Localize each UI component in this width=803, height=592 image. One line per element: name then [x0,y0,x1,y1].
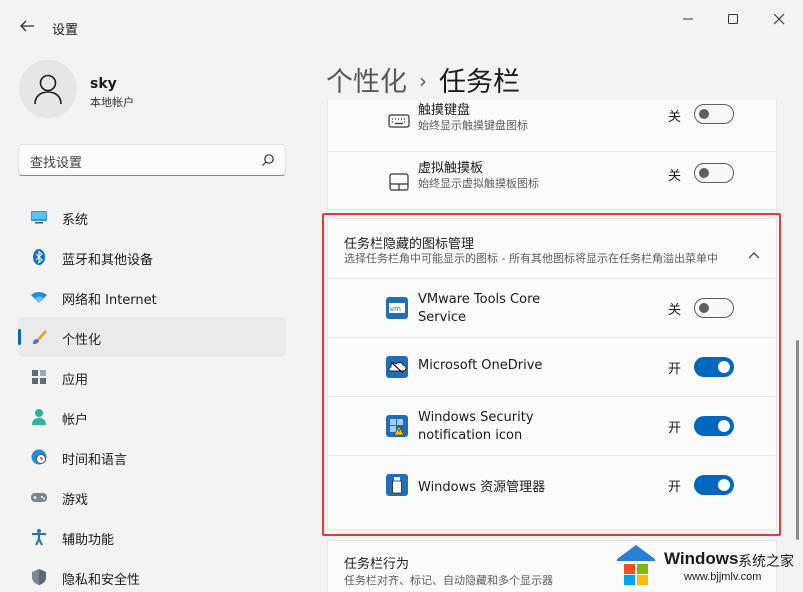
keyboard-icon [388,114,410,128]
sidebar-item-label: 游戏 [62,493,89,508]
list-item: 触摸键盘 始终显示触摸键盘图标 关 [328,100,776,152]
touchpad-icon [389,173,409,191]
close-icon [773,13,785,25]
row-subtitle: 始终显示虚拟触摸板图标 [418,177,539,190]
sidebar-item-bluetooth[interactable]: 蓝牙和其他设备 [18,237,286,277]
avatar[interactable] [19,60,77,118]
chevron-right-icon: › [419,69,427,93]
sidebar-item-system[interactable]: 系统 [18,197,286,237]
account-type: 本地帐户 [90,96,134,109]
page-title: 任务栏 [439,67,520,98]
scrollbar[interactable] [796,340,799,540]
shield-icon [32,569,46,585]
row-subtitle: 任务栏对齐、标记、自动隐藏和多个显示器 [344,574,553,587]
sidebar-item-accounts[interactable]: 帐户 [18,397,286,437]
list-item: 虚拟触摸板 始终显示虚拟触摸板图标 关 [328,152,776,210]
sidebar-item-personalization[interactable]: 个性化 [18,317,286,357]
row-title: 虚拟触摸板 [418,161,484,176]
watermark: Windows 系统之家 www.bjjmlv.com [612,543,802,591]
monitor-icon [31,211,47,224]
row-title: 触摸键盘 [418,103,471,118]
breadcrumb-parent[interactable]: 个性化 [326,67,407,98]
touch-keyboard-toggle[interactable] [694,104,734,124]
close-button[interactable] [768,10,790,28]
app-title: 设置 [52,23,79,38]
maximize-button[interactable] [722,10,744,28]
sidebar-item-label: 时间和语言 [62,453,128,468]
minimize-button[interactable] [677,10,699,28]
accessibility-icon [32,529,46,546]
watermark-brand: Windows [664,549,739,568]
person-icon [34,74,62,105]
watermark-url: www.bjjmlv.com [684,571,762,583]
row-subtitle: 始终显示触摸键盘图标 [418,119,528,132]
sidebar-item-label: 辅助功能 [62,533,115,548]
sidebar-item-label: 系统 [62,213,89,228]
sidebar-item-label: 个性化 [62,333,102,348]
back-arrow-icon[interactable] [18,17,36,35]
title-bar: 设置 [0,0,803,54]
sidebar-item-accessibility[interactable]: 辅助功能 [18,517,286,557]
apps-icon [32,370,46,384]
clock-globe-icon [31,449,47,465]
sidebar-item-privacy-security[interactable]: 隐私和安全性 [18,557,286,592]
person-icon [32,409,46,425]
search-icon[interactable] [261,153,275,167]
sidebar-item-time-language[interactable]: 时间和语言 [18,437,286,477]
toggle-state-label: 关 [668,169,682,184]
user-name: sky [90,76,117,92]
breadcrumb: 个性化 › 任务栏 [326,60,520,99]
search-placeholder: 查找设置 [30,156,83,171]
sidebar-item-network[interactable]: 网络和 Internet [18,277,286,317]
gamepad-icon [31,493,47,502]
sidebar-item-label: 应用 [62,373,89,388]
sidebar-nav: 系统 蓝牙和其他设备 网络和 Internet 个性化 应用 帐户 时间和语言 … [18,197,286,592]
sidebar-item-label: 蓝牙和其他设备 [62,253,154,268]
brush-icon [33,330,47,344]
minimize-icon [683,18,693,20]
windows-logo-icon [617,545,655,587]
sidebar-item-apps[interactable]: 应用 [18,357,286,397]
wifi-icon [31,291,47,303]
taskbar-corner-icons-card: 触摸键盘 始终显示触摸键盘图标 关 虚拟触摸板 始终显示虚拟触摸板图标 关 [327,100,777,210]
search-input[interactable]: 查找设置 [18,144,286,176]
sidebar-item-label: 隐私和安全性 [62,573,141,588]
sidebar-item-label: 网络和 Internet [62,293,157,308]
sidebar-item-gaming[interactable]: 游戏 [18,477,286,517]
sidebar-item-label: 帐户 [62,413,89,428]
row-title: 任务栏行为 [344,557,410,572]
maximize-icon [728,14,738,24]
virtual-touchpad-toggle[interactable] [694,163,734,183]
watermark-suffix: 系统之家 [738,554,794,570]
toggle-state-label: 关 [668,110,682,125]
bluetooth-icon [33,249,45,265]
highlight-box [322,213,781,536]
